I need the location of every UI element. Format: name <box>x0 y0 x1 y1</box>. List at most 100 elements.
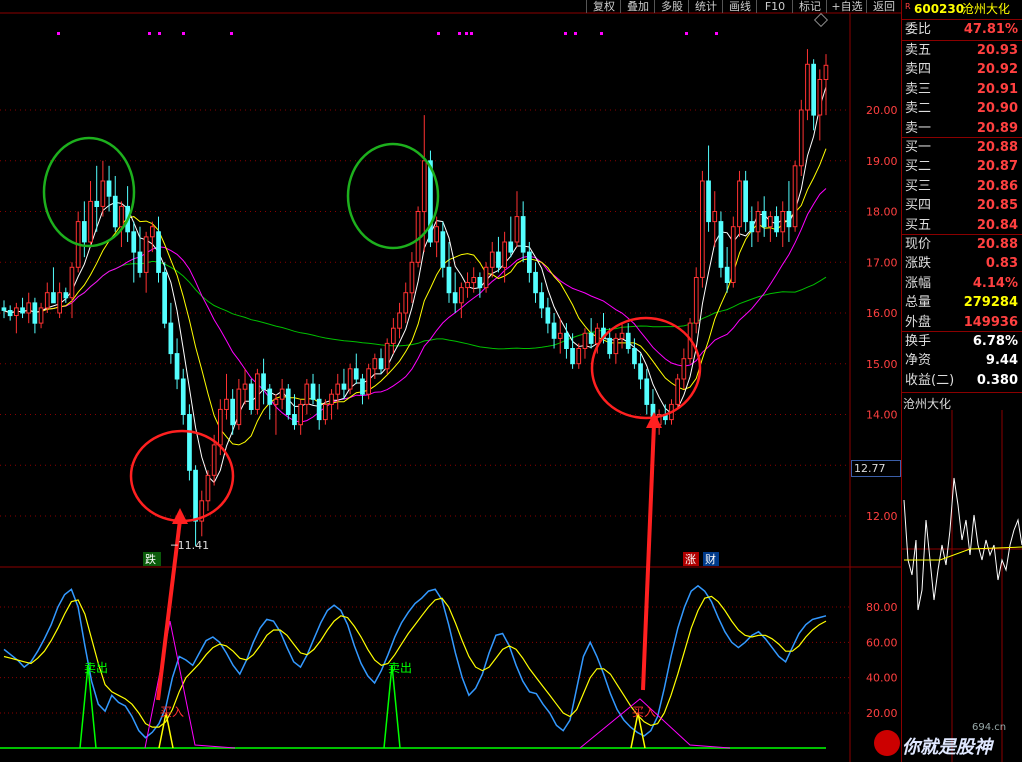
candle <box>323 403 328 421</box>
candle <box>211 444 217 476</box>
stat2-row: 净资 9.44 <box>903 351 1022 370</box>
candle <box>248 383 254 411</box>
stat-label: 外盘 <box>905 314 932 330</box>
signal-dot <box>470 32 473 35</box>
candle <box>32 302 38 324</box>
candle <box>82 221 87 243</box>
bid-label: 买三 <box>905 178 932 194</box>
candle <box>372 358 378 370</box>
candle <box>366 368 371 395</box>
low-price-label: ─11.41 <box>170 539 209 552</box>
buy-signal-label: 买入 <box>632 705 656 719</box>
stock-header: R 600230 沧州大化 <box>902 0 1022 19</box>
toolbar-button-fuquan[interactable]: 复权 <box>586 0 621 13</box>
divider <box>901 392 1022 393</box>
stat-row: 涨跌 0.83 <box>903 254 1022 273</box>
candle <box>304 383 310 405</box>
toolbar-button-f10[interactable]: F10 <box>756 0 793 13</box>
candle <box>353 368 359 380</box>
toolbar-button-add-watchlist[interactable]: +自选 <box>826 0 867 13</box>
indicator-tick-label: 60.00 <box>866 636 898 649</box>
candle <box>298 403 303 426</box>
bid-label: 买二 <box>905 159 932 175</box>
stat2-label: 换手 <box>905 334 932 349</box>
signal-dot <box>685 32 688 35</box>
candle <box>273 398 279 405</box>
stat2-value: 6.78% <box>972 334 1018 349</box>
candle <box>1 307 7 311</box>
candle <box>570 348 575 365</box>
stat-value: 279284 <box>963 295 1018 311</box>
price-tick-label: 16.00 <box>866 307 898 320</box>
candle <box>675 378 680 405</box>
candle <box>409 261 415 294</box>
buy-signal-label: 买入 <box>160 705 184 719</box>
candle <box>576 348 582 365</box>
price-tick-label: 12.00 <box>866 510 898 523</box>
candle <box>446 266 452 294</box>
candle <box>613 337 619 355</box>
price-tick-label: 19.00 <box>866 155 898 168</box>
candle <box>187 414 192 471</box>
candle <box>644 378 650 405</box>
arrow-shaft <box>641 423 656 691</box>
stat-label: 现价 <box>905 237 932 252</box>
candle <box>168 322 174 355</box>
toolbar-button-draw-line[interactable]: 画线 <box>722 0 757 13</box>
candle <box>514 216 520 243</box>
candle <box>527 251 532 273</box>
toolbar-button-mark[interactable]: 标记 <box>792 0 827 13</box>
toolbar-button-multi-stock[interactable]: 多股 <box>654 0 689 13</box>
candle <box>131 231 137 253</box>
toolbar-button-statistics[interactable]: 统计 <box>688 0 723 13</box>
bid-row: 买三 20.86 <box>903 177 1022 196</box>
candle <box>218 408 223 446</box>
signal-dot <box>148 32 151 35</box>
watermark: 694.cn 你就是股神 <box>870 722 1022 762</box>
candle <box>706 180 711 223</box>
candle <box>434 226 439 243</box>
candle <box>421 160 427 213</box>
candle <box>360 378 365 395</box>
candle <box>459 287 464 304</box>
indicator-tick-label: 80.00 <box>866 601 898 614</box>
signal-dot <box>458 32 461 35</box>
candle <box>749 221 755 233</box>
candle <box>100 180 106 207</box>
signal-dot <box>465 32 468 35</box>
signal-dot <box>437 32 440 35</box>
candle <box>545 307 551 324</box>
candle <box>205 474 211 502</box>
candle <box>7 310 13 317</box>
bid-value: 20.86 <box>976 178 1018 194</box>
candle <box>106 180 112 197</box>
watermark-logo-icon <box>874 730 900 756</box>
candle <box>38 307 44 324</box>
ask-label: 卖二 <box>905 101 932 117</box>
kdj-indicator: 卖出 卖出买入 买入 <box>0 584 827 749</box>
stock-code: 600230 <box>914 2 965 16</box>
ask-label: 卖一 <box>905 120 932 136</box>
candle <box>20 307 25 314</box>
candle <box>255 373 260 410</box>
tag-zhang: 涨 <box>685 553 696 566</box>
candle <box>329 393 334 405</box>
ask-row: 卖四 20.92 <box>903 60 1022 79</box>
ask-value: 20.93 <box>976 43 1018 58</box>
ask-value: 20.92 <box>976 62 1018 78</box>
stat2-value: 0.380 <box>976 372 1018 388</box>
toolbar-button-back[interactable]: 返回 <box>866 0 901 13</box>
bid-label: 买一 <box>905 140 932 155</box>
candle <box>805 63 810 111</box>
ratio-value: 47.81% <box>963 22 1018 37</box>
candle <box>242 383 248 390</box>
candle <box>619 332 625 339</box>
candle <box>428 160 433 243</box>
candle <box>347 368 353 390</box>
candle <box>595 327 600 344</box>
toolbar-button-overlay[interactable]: 叠加 <box>620 0 655 13</box>
candle <box>94 200 100 207</box>
candle <box>533 271 538 294</box>
candle <box>236 388 242 426</box>
candle <box>811 63 816 116</box>
